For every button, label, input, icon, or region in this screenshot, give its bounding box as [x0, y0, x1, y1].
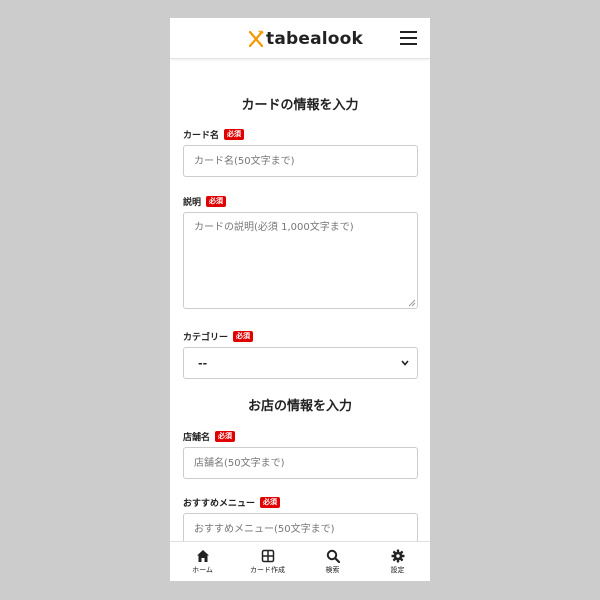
- logo-text: tabealook: [266, 29, 364, 49]
- shop-name-input[interactable]: [183, 447, 418, 479]
- nav-create-card-label: カード作成: [250, 565, 285, 574]
- chevron-down-icon: [401, 360, 409, 366]
- card-section-title: カードの情報を入力: [241, 98, 359, 113]
- nav-create-card[interactable]: カード作成: [235, 542, 300, 581]
- category-label: カテゴリー: [183, 333, 229, 343]
- logo[interactable]: tabealook: [248, 27, 363, 51]
- gear-icon: [391, 549, 404, 562]
- recommended-menu-input[interactable]: [183, 513, 418, 541]
- recommended-menu-label: おすすめメニュー: [183, 499, 256, 509]
- shop-section-title: お店の情報を入力: [247, 399, 352, 414]
- description-label-row: 説明 必須: [183, 195, 227, 208]
- card-name-input[interactable]: [183, 145, 418, 177]
- home-icon: [196, 549, 209, 562]
- grid-icon: [261, 549, 274, 562]
- recommended-menu-label-row: おすすめメニュー 必須: [183, 496, 281, 509]
- app-header: tabealook: [170, 18, 430, 59]
- card-name-label: カード名: [183, 131, 220, 141]
- required-badge: 必須: [206, 196, 227, 207]
- category-select[interactable]: --: [183, 347, 418, 379]
- shop-name-label-row: 店舗名 必須: [183, 430, 236, 443]
- search-icon: [326, 549, 340, 563]
- nav-settings[interactable]: 設定: [365, 542, 430, 581]
- shop-name-label: 店舗名: [183, 433, 211, 443]
- nav-search-label: 検索: [325, 565, 340, 574]
- card-name-label-row: カード名 必須: [183, 128, 245, 141]
- required-badge: 必須: [224, 129, 245, 140]
- required-badge: 必須: [215, 431, 236, 442]
- nav-home-label: ホーム: [192, 565, 213, 574]
- category-label-row: カテゴリー 必須: [183, 330, 254, 343]
- nav-search[interactable]: 検索: [300, 542, 365, 581]
- description-textarea[interactable]: [183, 212, 418, 309]
- required-badge: 必須: [260, 497, 281, 508]
- fork-knife-icon: [248, 30, 264, 48]
- nav-home[interactable]: ホーム: [170, 542, 235, 581]
- resize-handle-icon[interactable]: [408, 299, 416, 307]
- category-selected-value: --: [198, 356, 208, 370]
- phone-screen: tabealook カードの情報を入力 カード名 必須 説明 必須 カテゴリー …: [170, 18, 430, 581]
- nav-settings-label: 設定: [390, 565, 405, 574]
- hamburger-menu-icon[interactable]: [400, 31, 417, 46]
- bottom-nav: ホーム カード作成 検索 設定: [170, 541, 430, 581]
- description-label: 説明: [183, 198, 202, 208]
- required-badge: 必須: [233, 331, 254, 342]
- form-content: カードの情報を入力 カード名 必須 説明 必須 カテゴリー 必須 -- お店の情…: [170, 59, 430, 541]
